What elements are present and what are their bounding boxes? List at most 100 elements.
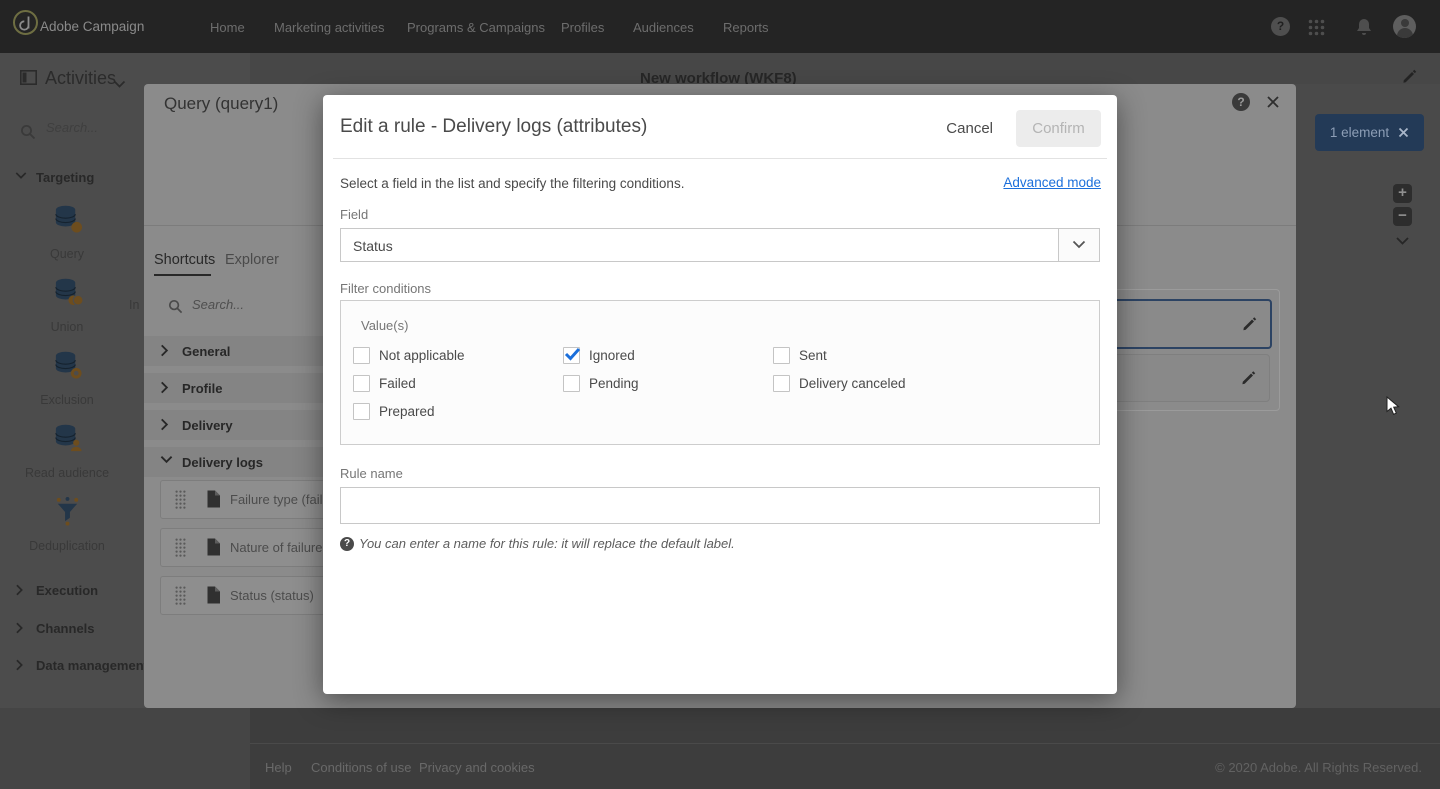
field-select-chevron[interactable] xyxy=(1058,229,1099,261)
confirm-button[interactable]: Confirm xyxy=(1016,110,1101,147)
query-search-input[interactable] xyxy=(190,296,304,313)
nav-item-audiences[interactable]: Audiences xyxy=(633,20,694,35)
app-grid-icon[interactable] xyxy=(1308,19,1325,41)
help-icon[interactable]: ? xyxy=(1271,17,1290,36)
adobe-campaign-screen: Adobe Campaign Home Marketing activities… xyxy=(0,0,1440,789)
query-help-icon[interactable]: ? xyxy=(1232,93,1250,111)
field-select-value: Status xyxy=(353,238,393,254)
checkbox-box[interactable] xyxy=(353,347,370,364)
values-label: Value(s) xyxy=(361,318,408,333)
tab-explorer[interactable]: Explorer xyxy=(225,252,279,268)
badge-close-icon[interactable] xyxy=(1398,127,1409,138)
edit-workflow-pencil-icon[interactable] xyxy=(1402,68,1418,84)
workflow-header-bar: New workflow (WKF8) xyxy=(250,53,1440,84)
palette-search-input[interactable] xyxy=(44,119,138,136)
database-icon xyxy=(52,203,83,234)
palette-footer-block xyxy=(0,708,250,789)
activities-chevron-down-icon[interactable] xyxy=(113,76,126,94)
drag-handle-icon[interactable] xyxy=(175,538,186,562)
nav-item-programs-campaigns[interactable]: Programs & Campaigns xyxy=(407,20,545,35)
nav-item-reports[interactable]: Reports xyxy=(723,20,769,35)
nav-item-marketing-activities[interactable]: Marketing activities xyxy=(274,20,385,35)
checkbox-failed[interactable]: Failed xyxy=(353,375,563,392)
drag-handle-icon[interactable] xyxy=(175,586,186,610)
activity-read-audience[interactable]: Read audience xyxy=(19,422,115,480)
brand-title[interactable]: Adobe Campaign xyxy=(40,19,144,34)
document-icon xyxy=(206,490,221,513)
database-person-icon xyxy=(52,422,83,453)
checkbox-sent[interactable]: Sent xyxy=(773,347,1073,364)
tree-item-status[interactable]: Status (status) xyxy=(160,576,348,615)
tree-section-profile[interactable]: Profile xyxy=(144,373,340,403)
values-checkbox-grid: Not applicable Ignored Sent Failed Pendi… xyxy=(353,347,1073,420)
funnel-icon xyxy=(52,495,83,526)
chevron-down-icon xyxy=(1072,240,1086,249)
active-tab-underline xyxy=(154,274,211,276)
checkbox-prepared[interactable]: Prepared xyxy=(353,403,563,420)
database-union-icon xyxy=(52,276,83,307)
footer-copyright: © 2020 Adobe. All Rights Reserved. xyxy=(1215,760,1422,775)
document-icon xyxy=(206,538,221,561)
elements-count-label: 1 element xyxy=(1330,125,1389,140)
checkbox-box[interactable] xyxy=(773,375,790,392)
drag-handle-icon[interactable] xyxy=(175,490,186,514)
zoom-out-button[interactable]: − xyxy=(1393,207,1412,226)
activity-label-clipped: In xyxy=(129,298,139,312)
checkbox-box[interactable] xyxy=(353,375,370,392)
modal-header-divider xyxy=(333,158,1107,159)
zoom-more-chevron-icon[interactable] xyxy=(1395,233,1410,251)
activities-panel-icon xyxy=(20,70,37,90)
zoom-in-button[interactable]: + xyxy=(1393,184,1412,203)
tree-item-nature-of-failure[interactable]: Nature of failure ( xyxy=(160,528,348,567)
checkbox-box[interactable] xyxy=(563,375,580,392)
footer-link-help[interactable]: Help xyxy=(265,760,292,775)
palette-search-icon xyxy=(20,124,36,145)
edit-rule-pencil-icon[interactable] xyxy=(1242,315,1258,332)
rule-name-hint: ? You can enter a name for this rule: it… xyxy=(340,536,735,551)
advanced-mode-link[interactable]: Advanced mode xyxy=(1003,175,1101,190)
avatar[interactable] xyxy=(1393,15,1416,38)
filter-conditions-box: Value(s) Not applicable Ignored Sent Fai… xyxy=(340,300,1100,445)
field-select[interactable]: Status xyxy=(340,228,1100,262)
checkbox-delivery-canceled[interactable]: Delivery canceled xyxy=(773,375,1073,392)
activity-deduplication[interactable]: Deduplication xyxy=(19,495,115,553)
checkbox-pending[interactable]: Pending xyxy=(563,375,773,392)
edit-rule-pencil-icon[interactable] xyxy=(1241,369,1257,386)
notifications-bell-icon[interactable] xyxy=(1356,18,1372,41)
tree-section-general[interactable]: General xyxy=(144,336,340,366)
field-label: Field xyxy=(340,207,368,222)
query-panel-title: Query (query1) xyxy=(164,94,278,114)
query-close-icon[interactable] xyxy=(1266,95,1280,114)
avatar-head xyxy=(1401,19,1409,27)
info-question-icon: ? xyxy=(340,537,354,551)
checkbox-box[interactable] xyxy=(773,347,790,364)
edit-rule-modal: Edit a rule - Delivery logs (attributes)… xyxy=(323,95,1117,694)
rule-name-label: Rule name xyxy=(340,466,403,481)
cancel-button[interactable]: Cancel xyxy=(946,120,993,137)
activity-union[interactable]: Union xyxy=(19,276,115,334)
checkbox-box[interactable] xyxy=(563,347,580,364)
footer-link-privacy[interactable]: Privacy and cookies xyxy=(419,760,535,775)
tree-section-delivery-logs[interactable]: Delivery logs xyxy=(144,447,340,477)
activities-title[interactable]: Activities xyxy=(45,68,116,89)
rule-name-input[interactable] xyxy=(340,487,1100,524)
tree-section-delivery[interactable]: Delivery xyxy=(144,410,340,440)
nav-item-profiles[interactable]: Profiles xyxy=(561,20,604,35)
checkbox-ignored[interactable]: Ignored xyxy=(563,347,773,364)
tree-item-failure-type[interactable]: Failure type (failu xyxy=(160,480,348,519)
footer-link-conditions[interactable]: Conditions of use xyxy=(311,760,411,775)
footer-divider xyxy=(250,743,1440,744)
checkbox-box[interactable] xyxy=(353,403,370,420)
filter-conditions-label: Filter conditions xyxy=(340,281,431,296)
database-exclusion-icon xyxy=(52,349,83,380)
tab-shortcuts[interactable]: Shortcuts xyxy=(154,252,215,268)
rule-name-hint-text: You can enter a name for this rule: it w… xyxy=(359,536,735,551)
activity-query[interactable]: Query xyxy=(19,203,115,261)
elements-count-badge[interactable]: 1 element xyxy=(1315,114,1424,151)
nav-item-home[interactable]: Home xyxy=(210,20,245,35)
adobe-campaign-logo-icon[interactable] xyxy=(12,9,39,41)
avatar-body xyxy=(1397,28,1413,38)
activity-exclusion[interactable]: Exclusion xyxy=(19,349,115,407)
document-icon xyxy=(206,586,221,609)
checkbox-not-applicable[interactable]: Not applicable xyxy=(353,347,563,364)
